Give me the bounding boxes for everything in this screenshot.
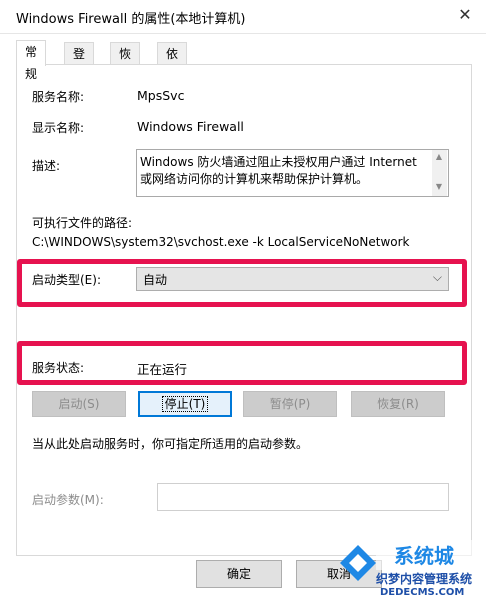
description-line-2: 或网络访问你的计算机来帮助保护计算机。 <box>140 172 369 186</box>
window-title: Windows Firewall 的属性(本地计算机) <box>16 12 246 27</box>
stop-button[interactable]: 停止(T) <box>138 391 232 417</box>
start-button[interactable]: 启动(S) <box>32 391 126 417</box>
start-params-input[interactable] <box>157 483 449 511</box>
service-status-value: 正在运行 <box>137 362 188 377</box>
ok-button[interactable]: 确定 <box>196 560 282 588</box>
tab-general[interactable]: 常规 <box>16 40 47 81</box>
close-icon[interactable]: ✕ <box>452 2 478 28</box>
description-scrollbar[interactable]: ▲ ▼ <box>432 150 447 196</box>
watermark-text-1: 系统城 <box>394 544 454 568</box>
start-params-label: 启动参数(M): <box>32 493 104 507</box>
description-label: 描述: <box>32 159 61 173</box>
service-name-value: MpsSvc <box>137 88 185 103</box>
stop-button-label: 停止(T) <box>161 396 209 412</box>
tab-recovery[interactable]: 恢复 <box>110 42 141 83</box>
description-box[interactable]: Windows 防火墙通过阻止未授权用户通过 Internet 或网络访问你的计… <box>136 149 449 197</box>
path-label: 可执行文件的路径: <box>32 216 133 230</box>
scroll-up-icon[interactable]: ▲ <box>432 152 446 161</box>
service-name-label: 服务名称: <box>32 90 85 104</box>
watermark: 系统城 织梦内容管理系统 DEDECMS.COM <box>336 540 486 605</box>
watermark-text-3: DEDECMS.COM <box>380 587 465 598</box>
service-status-label: 服务状态: <box>32 361 85 375</box>
resume-button[interactable]: 恢复(R) <box>351 391 445 417</box>
watermark-text-2: 织梦内容管理系统 <box>376 572 473 586</box>
chevron-down-icon: ⌵ <box>432 270 442 284</box>
startup-type-select[interactable]: 自动 ⌵ <box>136 267 449 291</box>
service-status-highlight <box>17 341 467 385</box>
pause-button[interactable]: 暂停(P) <box>243 391 337 417</box>
path-value: C:\WINDOWS\system32\svchost.exe -k Local… <box>32 235 410 249</box>
display-name-value: Windows Firewall <box>137 119 244 134</box>
display-name-label: 显示名称: <box>32 121 85 135</box>
description-line-1: Windows 防火墙通过阻止未授权用户通过 Internet <box>140 155 417 169</box>
startup-type-label: 启动类型(E): <box>32 273 101 287</box>
startup-type-value: 自动 <box>143 273 168 287</box>
scroll-down-icon[interactable]: ▼ <box>432 182 446 191</box>
tab-dependencies[interactable]: 依存关系 <box>157 42 188 127</box>
tab-logon[interactable]: 登录 <box>64 42 95 83</box>
start-params-hint: 当从此处启动服务时，你可指定所适用的启动参数。 <box>32 437 309 451</box>
